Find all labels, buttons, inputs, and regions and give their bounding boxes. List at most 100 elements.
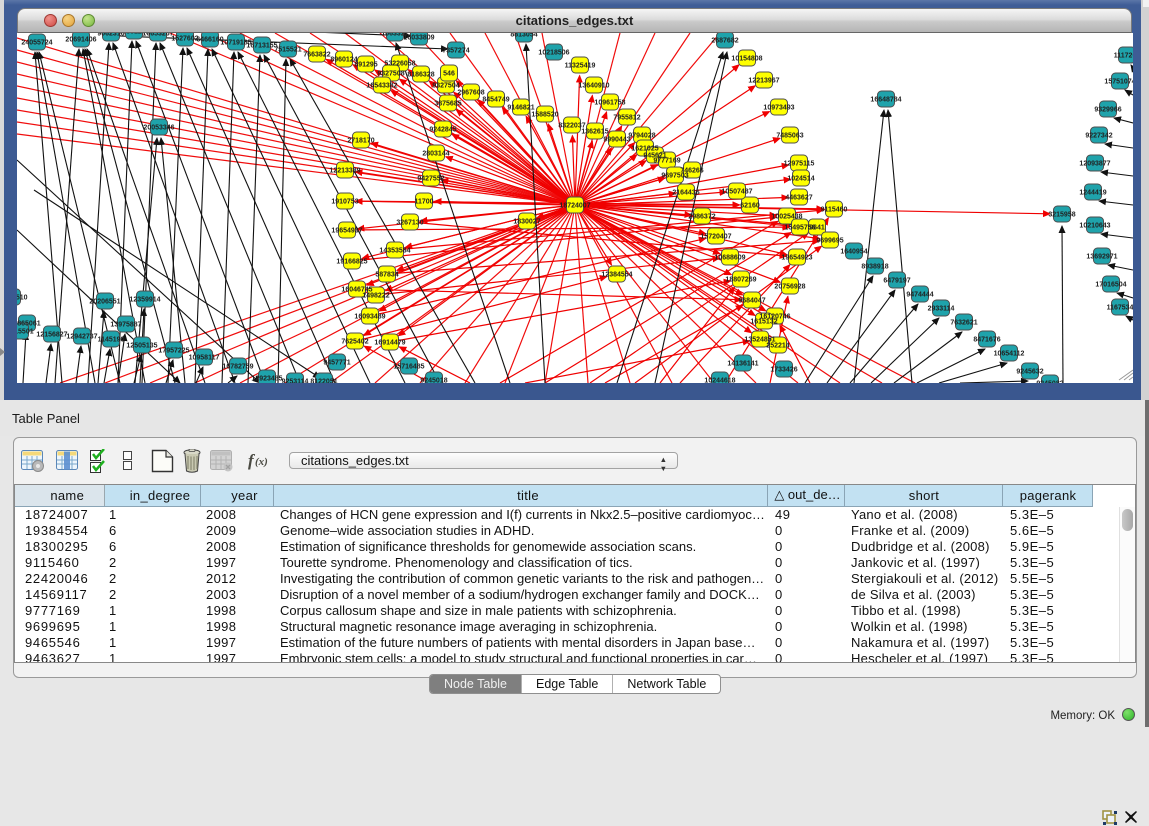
svg-text:12156827: 12156827 [36, 332, 67, 339]
svg-text:8938918: 8938918 [861, 264, 888, 271]
svg-text:14353584: 14353584 [379, 248, 410, 255]
svg-text:2967608: 2967608 [457, 90, 484, 97]
svg-text:8454749: 8454749 [482, 97, 509, 104]
svg-text:2687682: 2687682 [711, 38, 738, 45]
svg-text:12975115: 12975115 [784, 161, 815, 168]
svg-text:9227342: 9227342 [1085, 133, 1112, 140]
svg-text:9329966: 9329966 [1094, 107, 1121, 114]
svg-text:13975887: 13975887 [110, 322, 141, 329]
svg-text:10507487: 10507487 [721, 189, 752, 196]
svg-text:19654937: 19654937 [331, 228, 362, 235]
svg-text:8471676: 8471676 [973, 337, 1000, 344]
svg-text:1117205: 1117205 [1114, 53, 1133, 60]
svg-text:(x): (x) [255, 456, 268, 468]
svg-text:9684047: 9684047 [738, 298, 765, 305]
svg-text:26160510: 26160510 [17, 295, 28, 302]
svg-text:8813054: 8813054 [510, 33, 537, 39]
svg-text:1362615: 1362615 [581, 129, 608, 136]
svg-text:9990443: 9990443 [603, 137, 630, 144]
svg-text:17016504: 17016504 [1095, 282, 1126, 289]
svg-text:16543382: 16543382 [366, 83, 397, 90]
svg-text:12942737: 12942737 [66, 334, 97, 341]
svg-text:1244419: 1244419 [1079, 190, 1106, 197]
svg-text:7955812: 7955812 [613, 115, 640, 122]
svg-text:18807269: 18807269 [725, 277, 756, 284]
svg-text:19166825: 19166825 [336, 259, 367, 266]
svg-text:7485063: 7485063 [776, 133, 803, 140]
svg-text:16033809: 16033809 [403, 35, 434, 42]
svg-text:14136141: 14136141 [727, 361, 758, 368]
svg-text:2164436: 2164436 [672, 190, 699, 197]
svg-text:12093877: 12093877 [1079, 161, 1110, 168]
svg-text:10958117: 10958117 [189, 355, 220, 362]
svg-text:7632621: 7632621 [950, 320, 977, 327]
svg-text:10218506: 10218506 [538, 50, 569, 57]
svg-text:4463627: 4463627 [785, 195, 812, 202]
svg-text:9794028: 9794028 [628, 133, 655, 140]
svg-text:15720407: 15720407 [700, 234, 731, 241]
svg-text:1527602: 1527602 [171, 36, 198, 43]
svg-text:9327508: 9327508 [377, 71, 404, 78]
svg-text:12505135: 12505135 [126, 343, 157, 350]
svg-text:1024514: 1024514 [787, 176, 814, 183]
svg-text:9242845: 9242845 [429, 127, 456, 134]
svg-text:7357274: 7357274 [442, 48, 469, 55]
svg-text:587834: 587834 [375, 272, 398, 279]
svg-text:11325419: 11325419 [565, 63, 596, 70]
svg-text:12213967: 12213967 [748, 78, 779, 85]
svg-text:1910753: 1910753 [331, 199, 358, 206]
svg-text:18724007: 18724007 [559, 203, 590, 210]
svg-text:1640954: 1640954 [840, 249, 867, 256]
svg-text:19654923: 19654923 [781, 255, 812, 262]
svg-text:9865061: 9865061 [17, 321, 41, 328]
svg-text:13692971: 13692971 [1086, 254, 1117, 261]
svg-text:9474444: 9474444 [906, 292, 933, 299]
svg-text:1498222: 1498222 [362, 293, 389, 300]
svg-text:1621025: 1621025 [631, 146, 658, 153]
svg-text:7515521: 7515521 [274, 47, 301, 54]
svg-text:15751074: 15751074 [1104, 79, 1133, 86]
svg-text:20206551: 20206551 [89, 299, 120, 306]
svg-text:10025438: 10025438 [771, 214, 802, 221]
svg-text:2803144: 2803144 [422, 151, 449, 158]
svg-text:16782759: 16782759 [222, 364, 253, 371]
svg-text:20756928: 20756928 [774, 284, 805, 291]
svg-text:3267130: 3267130 [396, 220, 423, 227]
svg-text:9427552: 9427552 [417, 176, 444, 183]
svg-text:9697503: 9697503 [661, 173, 688, 180]
svg-text:16648784: 16648784 [870, 97, 901, 104]
svg-text:9641: 9641 [809, 225, 825, 232]
svg-text:17957225: 17957225 [158, 348, 189, 355]
svg-text:7625402: 7625402 [341, 339, 368, 346]
svg-text:1615132: 1615132 [750, 319, 777, 326]
svg-text:24055724: 24055724 [21, 40, 52, 47]
svg-text:10654112: 10654112 [994, 351, 1025, 358]
svg-text:8186328: 8186328 [407, 72, 434, 79]
svg-text:6479197: 6479197 [883, 278, 910, 285]
svg-text:10973493: 10973493 [763, 105, 794, 112]
svg-text:20691406: 20691406 [65, 37, 96, 44]
svg-text:10210643: 10210643 [1079, 223, 1110, 230]
svg-text:9699695: 9699695 [816, 238, 843, 245]
svg-text:11700: 11700 [414, 199, 433, 206]
svg-text:252214: 252214 [766, 343, 789, 350]
svg-text:62160: 62160 [740, 203, 760, 210]
svg-text:9245082: 9245082 [1036, 381, 1063, 384]
svg-text:10688609: 10688609 [714, 255, 745, 262]
svg-text:12213389: 12213389 [329, 168, 360, 175]
svg-text:16093489: 16093489 [354, 314, 385, 321]
svg-text:2933114: 2933114 [928, 306, 955, 313]
svg-text:13640910: 13640910 [578, 83, 609, 90]
svg-text:12923485: 12923485 [251, 376, 282, 383]
svg-text:1167534: 1167534 [1107, 305, 1133, 312]
svg-text:16713155: 16713155 [246, 43, 277, 50]
svg-text:1830027: 1830027 [513, 219, 540, 226]
svg-text:9115460: 9115460 [821, 207, 848, 214]
svg-text:10154808: 10154808 [731, 56, 762, 63]
svg-text:8122051: 8122051 [310, 379, 337, 384]
svg-text:3875685: 3875685 [434, 101, 461, 108]
svg-text:9245018: 9245018 [420, 378, 447, 384]
svg-text:12384554: 12384554 [601, 272, 632, 279]
svg-text:9245632: 9245632 [1016, 369, 1043, 376]
svg-text:20053346: 20053346 [143, 125, 174, 132]
